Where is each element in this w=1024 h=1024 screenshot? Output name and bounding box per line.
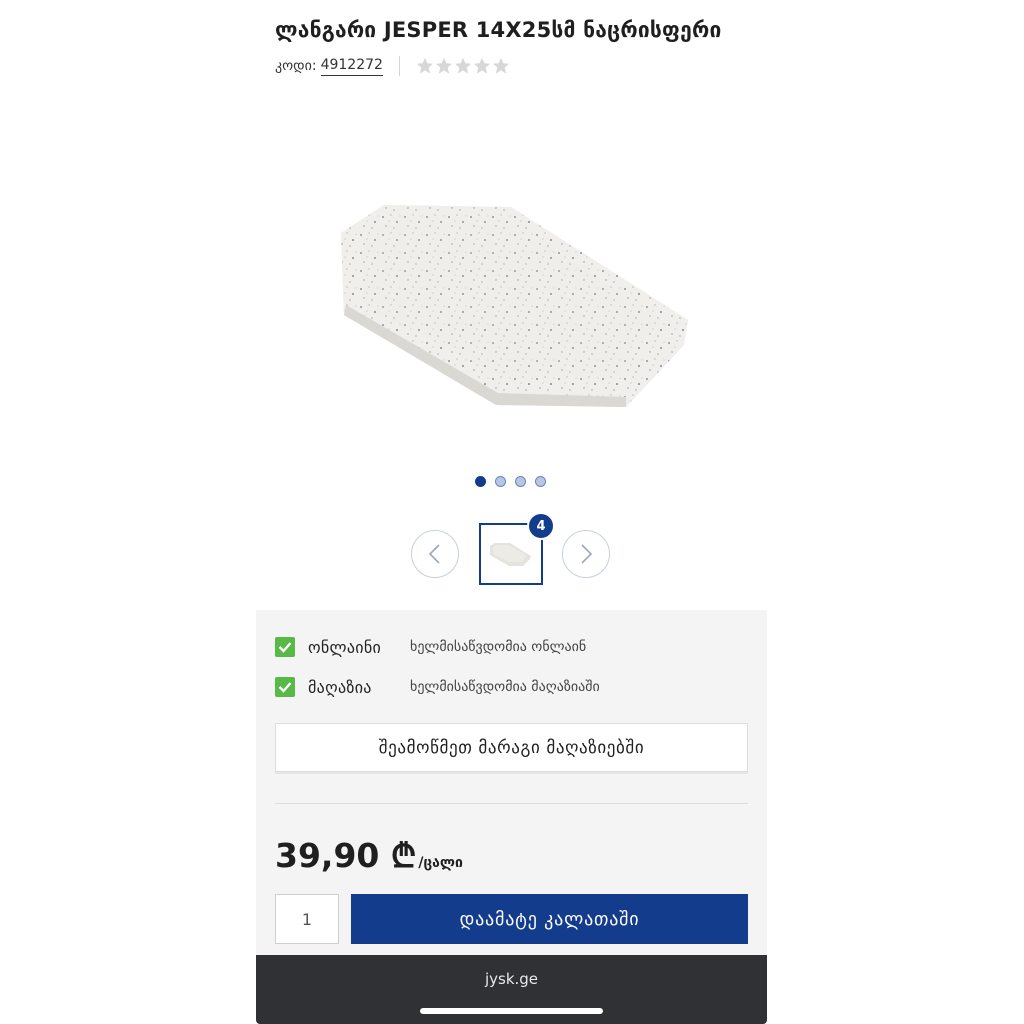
- check-icon: [275, 637, 295, 657]
- gallery-prev-button[interactable]: [411, 530, 459, 578]
- gallery-dot[interactable]: [495, 476, 506, 487]
- price-row: 39,90 ₾ /ცალი: [275, 832, 463, 877]
- meta-divider: [398, 56, 400, 76]
- gallery-dot[interactable]: [535, 476, 546, 487]
- chevron-left-icon: [428, 544, 440, 564]
- gallery-dot[interactable]: [475, 476, 486, 487]
- price-unit: /ცალი: [418, 855, 463, 871]
- product-title: ლანგარი JESPER 14X25სმ ნაცრისფერი: [275, 18, 722, 42]
- availability-online: ონლაინი ხელმისაწვდომია ონლაინ: [275, 636, 586, 658]
- star-icon: [454, 57, 472, 74]
- gallery-dots: [475, 476, 546, 487]
- rating-stars[interactable]: [416, 57, 510, 75]
- divider: [275, 803, 748, 804]
- check-stores-button[interactable]: შეამოწმეთ მარაგი მაღაზიებში: [275, 723, 748, 772]
- availability-text: ხელმისაწვდომია მაღაზიაში: [410, 679, 600, 695]
- chevron-right-icon: [581, 544, 593, 564]
- product-meta: კოდი: 4912272: [275, 55, 510, 77]
- browser-address-bar: jysk.ge: [256, 955, 767, 1024]
- product-code[interactable]: 4912272: [320, 57, 383, 76]
- availability-text: ხელმისაწვდომია ონლაინ: [410, 639, 587, 655]
- price: 39,90 ₾: [275, 836, 417, 875]
- product-page: ლანგარი JESPER 14X25სმ ნაცრისფერი კოდი: …: [256, 0, 767, 1024]
- gallery-next-button[interactable]: [562, 530, 610, 578]
- star-icon: [435, 57, 453, 74]
- product-image[interactable]: [336, 195, 696, 415]
- availability-store: მაღაზია ხელმისაწვდომია მაღაზიაში: [275, 676, 600, 698]
- image-count-badge: 4: [527, 512, 555, 540]
- add-to-cart-button[interactable]: დაამატე კალათაში: [351, 894, 748, 944]
- gallery-dot[interactable]: [515, 476, 526, 487]
- star-icon: [473, 57, 491, 74]
- availability-label: მაღაზია: [308, 677, 372, 697]
- star-icon: [492, 57, 510, 74]
- purchase-panel: ონლაინი ხელმისაწვდომია ონლაინ მაღაზია ხე…: [256, 610, 767, 955]
- quantity-input[interactable]: 1: [275, 894, 339, 944]
- home-indicator[interactable]: [420, 1008, 603, 1014]
- code-label: კოდი:: [275, 58, 317, 74]
- check-icon: [275, 677, 295, 697]
- url-text[interactable]: jysk.ge: [256, 970, 767, 988]
- thumbnail-image: [490, 543, 531, 566]
- star-icon: [416, 57, 434, 74]
- availability-label: ონლაინი: [308, 637, 382, 657]
